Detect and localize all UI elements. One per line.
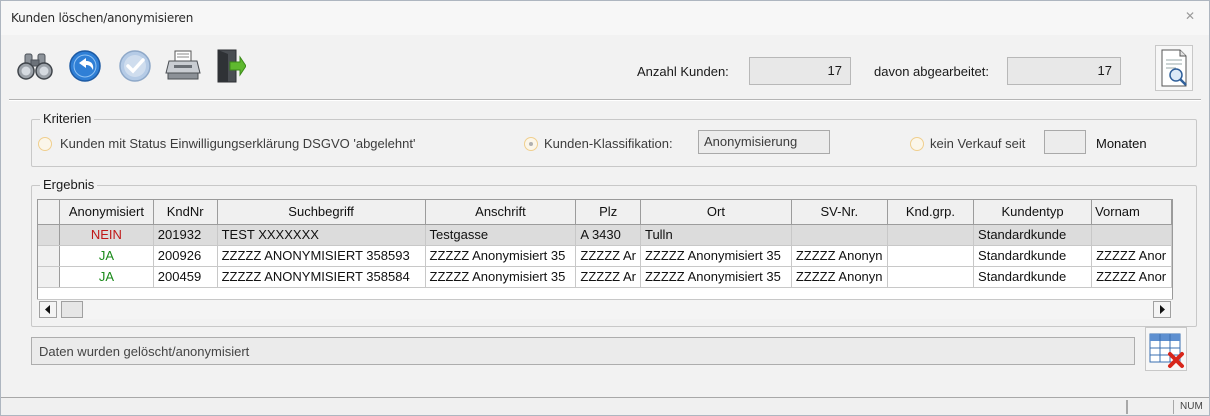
table-cell: JA [59,266,154,288]
row-selector[interactable] [38,224,61,246]
table-cell: NEIN [59,224,154,246]
column-header[interactable]: Ort [640,200,792,225]
status-bar: NUM [1,397,1210,415]
table-cell: Tulln [640,224,792,246]
criteria-group: Kriterien Kunden mit Status Einwilligung… [31,111,1197,167]
status-message: Daten wurden gelöscht/anonymisiert [31,337,1135,365]
column-header[interactable]: Anschrift [425,200,577,225]
table-row[interactable]: JA 200926 ZZZZZ ANONYMISIERT 358593 ZZZZ… [38,245,1172,267]
table-cell: TEST XXXXXXX [217,224,426,246]
table-cell: ZZZZZ Anonymisiert 35 [425,266,577,288]
radio-classification-label: Kunden-Klassifikation: [544,136,673,151]
column-header[interactable]: Plz [575,200,641,225]
column-header[interactable]: KndNr [153,200,218,225]
table-cell: ZZZZZ Anor [1091,245,1172,267]
table-cell [887,224,975,246]
window-title: Kunden löschen/anonymisieren [11,11,194,25]
result-title: Ergebnis [40,177,98,192]
grid-delete-icon [1149,333,1184,368]
table-cell: ZZZZZ Anonymisiert 35 [640,266,792,288]
row-selector[interactable] [38,266,61,288]
radio-classification[interactable] [524,137,538,151]
processed-count-field: 17 [1007,57,1121,85]
toolbar: Anzahl Kunden: 17 davon abgearbeitet: 17 [1,35,1209,99]
num-lock-indicator: NUM [1173,400,1210,414]
checkmark-icon [119,50,151,82]
radio-no-sale-since[interactable] [910,137,924,151]
status-bar-divider [1126,400,1128,414]
exit-door-icon [217,49,246,83]
undo-arrow-icon [69,50,101,82]
clear-grid-button[interactable] [1145,327,1187,371]
table-cell: JA [59,245,154,267]
table-cell: Standardkunde [973,245,1093,267]
processed-count-label: davon abgearbeitet: [874,64,989,79]
table-header-row: Anonymisiert KndNr Suchbegriff Anschrift… [38,200,1172,225]
title-bar: Kunden löschen/anonymisieren ✕ [1,1,1209,35]
table-cell [791,224,888,246]
dialog-window: Kunden löschen/anonymisieren ✕ Anzahl Ku… [0,0,1210,416]
column-header[interactable]: SV-Nr. [791,200,888,225]
table-cell [887,266,975,288]
table-row[interactable]: NEIN 201932 TEST XXXXXXX Testgasse A 343… [38,224,1172,246]
customer-count-field: 17 [749,57,851,85]
months-input[interactable] [1044,130,1086,154]
exit-button[interactable] [207,45,251,87]
table-cell: ZZZZZ ANONYMISIERT 358584 [217,266,426,288]
close-icon[interactable]: ✕ [1183,9,1197,23]
months-unit-label: Monaten [1096,136,1147,151]
horizontal-scrollbar[interactable] [37,299,1173,319]
radio-dsgvo-rejected[interactable] [38,137,52,151]
table-cell: Standardkunde [973,266,1093,288]
column-header[interactable]: Anonymisiert [59,200,154,225]
table-cell: A 3430 [575,224,641,246]
print-preview-button[interactable] [1155,45,1193,91]
printer-icon [165,50,201,80]
table-cell: ZZZZZ Ar [575,245,641,267]
table-cell: ZZZZZ Ar [575,266,641,288]
table-cell: ZZZZZ Anonymisiert 35 [425,245,577,267]
table-cell [887,245,975,267]
scroll-left-arrow-icon[interactable] [39,301,57,318]
table-cell: ZZZZZ ANONYMISIERT 358593 [217,245,426,267]
column-header[interactable]: Kundentyp [973,200,1093,225]
row-selector[interactable] [38,245,61,267]
radio-no-sale-since-label: kein Verkauf seit [930,136,1026,151]
criteria-title: Kriterien [40,111,95,126]
column-header[interactable]: Suchbegriff [217,200,426,225]
print-preview-icon [1161,49,1187,87]
table-cell: ZZZZZ Anonyn [791,245,888,267]
search-button[interactable] [13,45,57,87]
confirm-button[interactable] [113,45,157,87]
scroll-right-arrow-icon[interactable] [1153,301,1171,318]
table-cell: Testgasse [425,224,577,246]
table-row[interactable]: JA 200459 ZZZZZ ANONYMISIERT 358584 ZZZZ… [38,266,1172,288]
table-cell: 200459 [153,266,218,288]
table-cell: ZZZZZ Anonyn [791,266,888,288]
classification-field[interactable]: Anonymisierung [698,130,830,154]
row-header-corner [38,200,61,225]
table-cell: Standardkunde [973,224,1093,246]
radio-dsgvo-rejected-label: Kunden mit Status Einwilligungserklärung… [60,136,416,151]
scrollbar-thumb[interactable] [61,301,83,318]
table-cell: ZZZZZ Anor [1091,266,1172,288]
toolbar-separator [9,99,1201,101]
table-cell: 200926 [153,245,218,267]
table-cell: ZZZZZ Anonymisiert 35 [640,245,792,267]
column-header[interactable]: Vornam [1091,200,1172,225]
result-table-body: Anonymisiert KndNr Suchbegriff Anschrift… [38,200,1172,288]
undo-button[interactable] [63,45,107,87]
table-cell: 201932 [153,224,218,246]
print-button[interactable] [161,45,205,87]
column-header[interactable]: Knd.grp. [887,200,975,225]
table-cell [1091,224,1172,246]
binoculars-icon [17,53,53,80]
customer-count-label: Anzahl Kunden: [637,64,729,79]
